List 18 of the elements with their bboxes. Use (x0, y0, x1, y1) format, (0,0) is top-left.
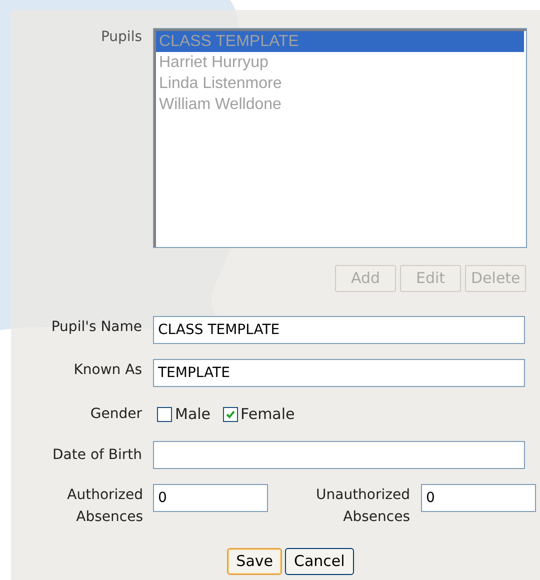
field-label: Date of Birth (52, 446, 142, 465)
field-label: Known As (72, 361, 142, 380)
input-field[interactable]: CLASS TEMPLATE (153, 316, 525, 344)
checkbox-label: Male (175, 404, 211, 425)
check-icon (224, 408, 236, 420)
field-label: Gender (89, 405, 142, 424)
action-button[interactable]: Save (227, 548, 282, 575)
field-label: Pupils (100, 28, 142, 47)
input-field[interactable]: 0 (153, 484, 268, 512)
checkbox-label: Female (240, 404, 295, 425)
field-label: Unauthorized Absences (315, 486, 410, 527)
field-label: Pupil's Name (50, 318, 142, 337)
input-field[interactable] (153, 441, 525, 469)
checkbox[interactable] (157, 406, 172, 422)
input-field[interactable]: TEMPLATE (153, 359, 525, 387)
field-label: Authorized Absences (66, 486, 143, 527)
action-button[interactable]: Cancel (285, 548, 354, 575)
input-field[interactable]: 0 (421, 484, 536, 512)
